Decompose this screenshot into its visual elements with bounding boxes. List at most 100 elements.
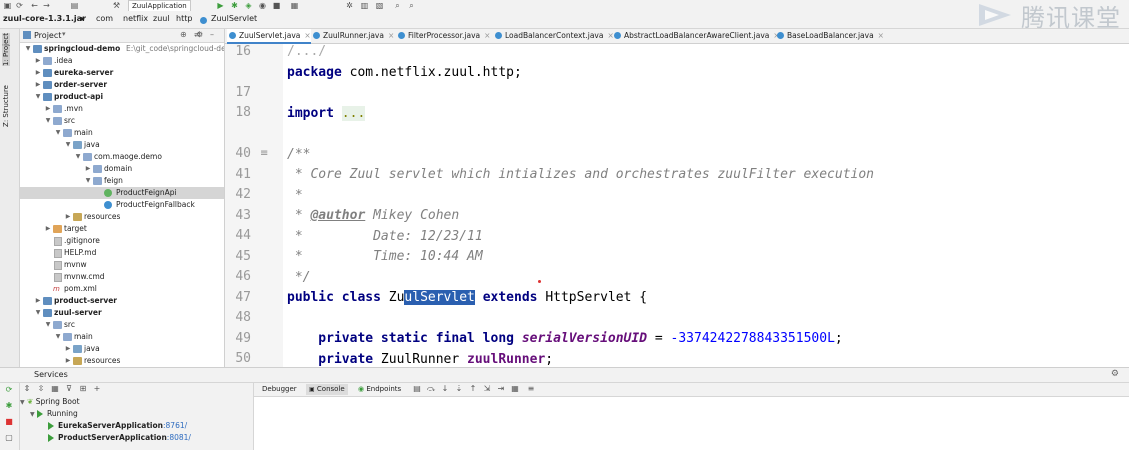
sdk-icon[interactable]: ▧ [375,1,384,10]
layout-icon[interactable]: ▤ [412,384,422,394]
coverage-icon[interactable]: ◈ [244,1,253,10]
collapse-all-icon[interactable]: ⊕ [180,30,187,39]
project-structure-icon[interactable]: ▥ [360,1,369,10]
tab-project[interactable]: 1: Project [2,33,10,66]
tree-item[interactable]: ▶ .idea [20,55,224,67]
breadcrumb-com[interactable]: com [96,14,113,23]
tree-item[interactable]: ▶ resources [20,355,224,367]
breadcrumb-netflix[interactable]: netflix [123,14,148,23]
port-link[interactable]: :8081/ [167,433,191,442]
tree-item[interactable]: ▼ feign [20,175,224,187]
undo-icon[interactable]: ← [30,1,39,10]
more-icon[interactable]: ≡ [526,384,536,394]
tree-item[interactable]: ▶ product-server [20,295,224,307]
tree-item[interactable]: HELP.md [20,247,224,259]
tree-item-selected[interactable]: ProductFeignApi [20,187,224,199]
hammer-icon[interactable]: ⚒ [112,1,121,10]
tree-item[interactable]: ▶ java [20,343,224,355]
close-icon[interactable]: × [484,31,490,40]
line-number: 49 [235,331,251,346]
evaluate-icon[interactable]: ▦ [510,384,520,394]
tab-zuulrunner[interactable]: ZuulRunner.java × [311,29,394,42]
layout-icon[interactable]: ▢ [4,433,14,443]
tab-baseloadbalancer[interactable]: BaseLoadBalancer.java × [775,29,884,42]
tree-item[interactable]: ▼ main [20,331,224,343]
add-service-icon[interactable]: + [92,384,102,394]
tab-zuulservlet[interactable]: ZuulServlet.java × [227,29,311,44]
redo-icon[interactable]: → [42,1,51,10]
tree-item-spring-boot[interactable]: ▼ ❦ Spring Boot [20,396,80,408]
tree-item[interactable]: ▼ java [20,139,224,151]
breadcrumb-zuul[interactable]: zuul [153,14,170,23]
search-everywhere-icon[interactable]: ⌕ [407,1,416,10]
tree-item[interactable]: ▶ eureka-server [20,67,224,79]
tree-item[interactable]: ▼ product-api [20,91,224,103]
layout-icon[interactable]: ⊞ [78,384,88,394]
service-item-product[interactable]: ProductServerApplication:8081/ [48,432,191,444]
tree-item[interactable]: ▶ order-server [20,79,224,91]
rerun-icon[interactable]: ⟳ [4,385,14,395]
tree-item-running[interactable]: ▼ Running [30,408,78,420]
doc-render-icon[interactable]: ≡ [260,148,268,159]
group-icon[interactable]: ▦ [50,384,60,394]
expand-all-icon[interactable]: ⇕ [22,384,32,394]
tab-abstractloadbalancerawareclient[interactable]: AbstractLoadBalancerAwareClient.java× [612,29,780,42]
tree-item[interactable]: ▶ target [20,223,224,235]
tree-item[interactable]: ▼ src [20,319,224,331]
structure-icon[interactable]: ▦ [290,1,299,10]
tree-item[interactable]: ▼ com.maoge.demo [20,151,224,163]
stop-icon[interactable]: ■ [4,417,14,427]
tab-structure[interactable]: Z: Structure [2,85,10,127]
tree-item[interactable]: ▼ zuul-server [20,307,224,319]
project-panel-title[interactable]: Project [34,31,61,40]
breadcrumb-class[interactable]: ZuulServlet [211,14,257,23]
sync-icon[interactable]: ⟳ [15,1,24,10]
tree-item[interactable]: mvnw [20,259,224,271]
tab-filterprocessor[interactable]: FilterProcessor.java × [396,29,490,42]
stop-icon[interactable]: ■ [272,1,281,10]
tree-item[interactable]: ▶ resources [20,211,224,223]
drop-frame-icon[interactable]: ⇲ [482,384,492,394]
tree-item[interactable]: ▼ springcloud-demo E:\git_code\springclo… [20,43,224,55]
tree-item[interactable]: ▼ src [20,115,224,127]
search-icon[interactable]: ⌕ [393,1,402,10]
tree-item[interactable]: .gitignore [20,235,224,247]
debug-icon[interactable]: ✱ [4,401,14,411]
settings-icon[interactable]: ✲ [345,1,354,10]
filter-icon[interactable]: ⊽ [64,384,74,394]
tree-item[interactable]: mvnw.cmd [20,271,224,283]
collapse-all-icon[interactable]: ⇳ [36,384,46,394]
close-icon[interactable]: × [878,31,884,40]
tree-item[interactable]: ▶ domain [20,163,224,175]
tab-console[interactable]: ▣ Console [306,384,348,395]
run-icon[interactable]: ▶ [216,1,225,10]
force-step-into-icon[interactable]: ⇣ [454,384,464,394]
tab-endpoints[interactable]: ◉ Endpoints [358,384,401,395]
port-link[interactable]: :8761/ [163,421,187,430]
hide-icon[interactable]: – [210,30,214,39]
tab-debugger[interactable]: Debugger [262,384,297,395]
run-to-cursor-icon[interactable]: ⇥ [496,384,506,394]
close-icon[interactable]: × [304,31,310,40]
gear-icon[interactable]: ⚙ [196,30,203,39]
debug-icon[interactable]: ✱ [230,1,239,10]
step-over-icon[interactable]: ⤼ [426,384,436,394]
step-out-icon[interactable]: ↑ [468,384,478,394]
tab-loadbalancercontext[interactable]: LoadBalancerContext.java × [493,29,614,42]
tree-item[interactable]: ▶ .mvn [20,103,224,115]
chevron-down-icon[interactable]: ▾ [62,30,66,38]
save-icon[interactable]: ▣ [3,1,12,10]
chevron-down-icon: ▼ [30,411,35,418]
breadcrumb-jar[interactable]: zuul-core-1.3.1.jar [3,14,86,23]
gear-icon[interactable]: ⚙ [1111,369,1119,379]
code-editor[interactable]: /.../ package com.netflix.zuul.http; imp… [283,44,1129,367]
close-icon[interactable]: × [388,31,394,40]
tree-item[interactable]: ProductFeignFallback [20,199,224,211]
breadcrumb-http[interactable]: http [176,14,192,23]
step-into-icon[interactable]: ↓ [440,384,450,394]
tree-item[interactable]: ▼ main [20,127,224,139]
profile-icon[interactable]: ◉ [258,1,267,10]
tree-item[interactable]: m pom.xml [20,283,224,295]
service-item-eureka[interactable]: EurekaServerApplication:8761/ [48,420,187,432]
build-icon[interactable]: ▤ [70,1,79,10]
